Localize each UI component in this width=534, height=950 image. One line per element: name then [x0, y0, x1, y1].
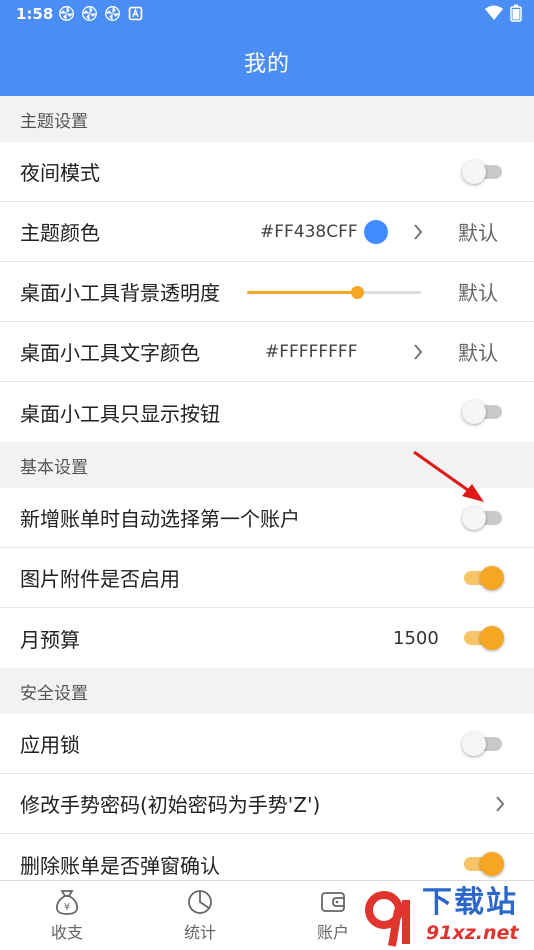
setting-label: 桌面小工具只显示按钮: [20, 401, 220, 426]
theme-color-code: #FF438CFF: [260, 221, 358, 242]
setting-label: 应用锁: [20, 733, 80, 757]
setting-auto-select-account[interactable]: 新增账单时自动选择第一个账户: [0, 488, 534, 548]
watermark-logo-icon: [365, 891, 410, 947]
setting-label: 月预算: [20, 627, 80, 652]
site-watermark: 下载站 91xz.net: [362, 886, 534, 950]
slider-thumb[interactable]: [351, 285, 364, 299]
svg-text:¥: ¥: [64, 902, 70, 913]
setting-change-gesture[interactable]: 修改手势密码(初始密码为手势'Z'): [0, 774, 534, 834]
nav-tab-statistics[interactable]: 统计: [160, 887, 240, 943]
nav-label: 统计: [183, 923, 216, 942]
chevron-right-icon[interactable]: [412, 342, 424, 362]
monthly-budget-value: 1500: [393, 627, 439, 649]
theme-color-default-button[interactable]: 默认: [458, 217, 498, 246]
monthly-budget-toggle[interactable]: [464, 623, 504, 653]
nav-tab-income-expense[interactable]: ¥ 收支: [27, 887, 107, 943]
setting-widget-text-color[interactable]: 桌面小工具文字颜色 #FFFFFFFF 默认: [0, 322, 534, 382]
setting-label: 图片附件是否启用: [20, 567, 180, 591]
setting-label: 夜间模式: [20, 161, 100, 185]
setting-monthly-budget[interactable]: 月预算 1500: [0, 608, 534, 668]
setting-theme-color[interactable]: 主题颜色 #FF438CFF 默认: [0, 202, 534, 262]
app-lock-toggle[interactable]: [462, 729, 504, 759]
setting-night-mode[interactable]: 夜间模式: [0, 142, 534, 202]
widget-text-color-default-button[interactable]: 默认: [458, 337, 498, 366]
widget-buttons-only-toggle[interactable]: [462, 397, 504, 427]
battery-icon: [510, 4, 522, 22]
setting-label: 桌面小工具文字颜色: [20, 341, 200, 365]
opacity-default-button[interactable]: 默认: [458, 277, 498, 306]
setting-widget-buttons-only[interactable]: 桌面小工具只显示按钮: [0, 382, 534, 442]
status-system-icons: [484, 4, 522, 22]
pinwheel-icon: [105, 6, 120, 21]
wallet-icon: [321, 892, 345, 912]
setting-app-lock[interactable]: 应用锁: [0, 714, 534, 774]
auto-select-account-toggle[interactable]: [462, 503, 504, 533]
image-attachment-toggle[interactable]: [464, 563, 504, 593]
wifi-icon: [485, 5, 503, 20]
setting-label: 修改手势密码(初始密码为手势'Z'): [20, 793, 321, 817]
setting-label: 主题颜色: [20, 221, 100, 245]
chevron-right-icon[interactable]: [494, 794, 506, 814]
chevron-right-icon[interactable]: [412, 222, 424, 242]
status-time: 1:58: [16, 5, 54, 23]
nav-tab-accounts[interactable]: 账户: [293, 887, 373, 943]
setting-image-attachment[interactable]: 图片附件是否启用: [0, 548, 534, 608]
nav-label: 收支: [50, 923, 83, 942]
pinwheel-icon: [82, 6, 97, 21]
watermark-url: 91xz.net: [426, 922, 519, 944]
page-title: 我的: [243, 52, 290, 77]
section-header-security: 安全设置: [0, 668, 534, 714]
theme-color-swatch[interactable]: [364, 219, 388, 244]
section-header-theme: 主题设置: [0, 96, 534, 142]
pie-chart-icon: [188, 890, 212, 914]
settings-list: 主题设置 夜间模式 主题颜色 #FF438CFF 默认 桌面小工具背景透明度 默…: [0, 96, 534, 894]
a-icon: [128, 6, 143, 21]
opacity-slider[interactable]: [247, 284, 421, 300]
section-header-basic: 基本设置: [0, 442, 534, 488]
night-mode-toggle[interactable]: [462, 157, 504, 187]
setting-widget-bg-opacity: 桌面小工具背景透明度 默认: [0, 262, 534, 322]
setting-label: 新增账单时自动选择第一个账户: [20, 507, 300, 531]
status-notification-icons: [58, 5, 144, 22]
setting-label: 桌面小工具背景透明度: [20, 281, 220, 305]
widget-text-color-code: #FFFFFFFF: [265, 341, 358, 362]
pinwheel-icon: [59, 6, 74, 21]
app-header: 1:58 我的: [0, 0, 534, 96]
delete-confirm-toggle[interactable]: [464, 849, 504, 879]
watermark-brand: 下载站: [422, 885, 518, 920]
money-bag-icon: ¥: [56, 890, 78, 915]
setting-label: 删除账单是否弹窗确认: [20, 853, 220, 878]
nav-label: 账户: [316, 923, 349, 942]
